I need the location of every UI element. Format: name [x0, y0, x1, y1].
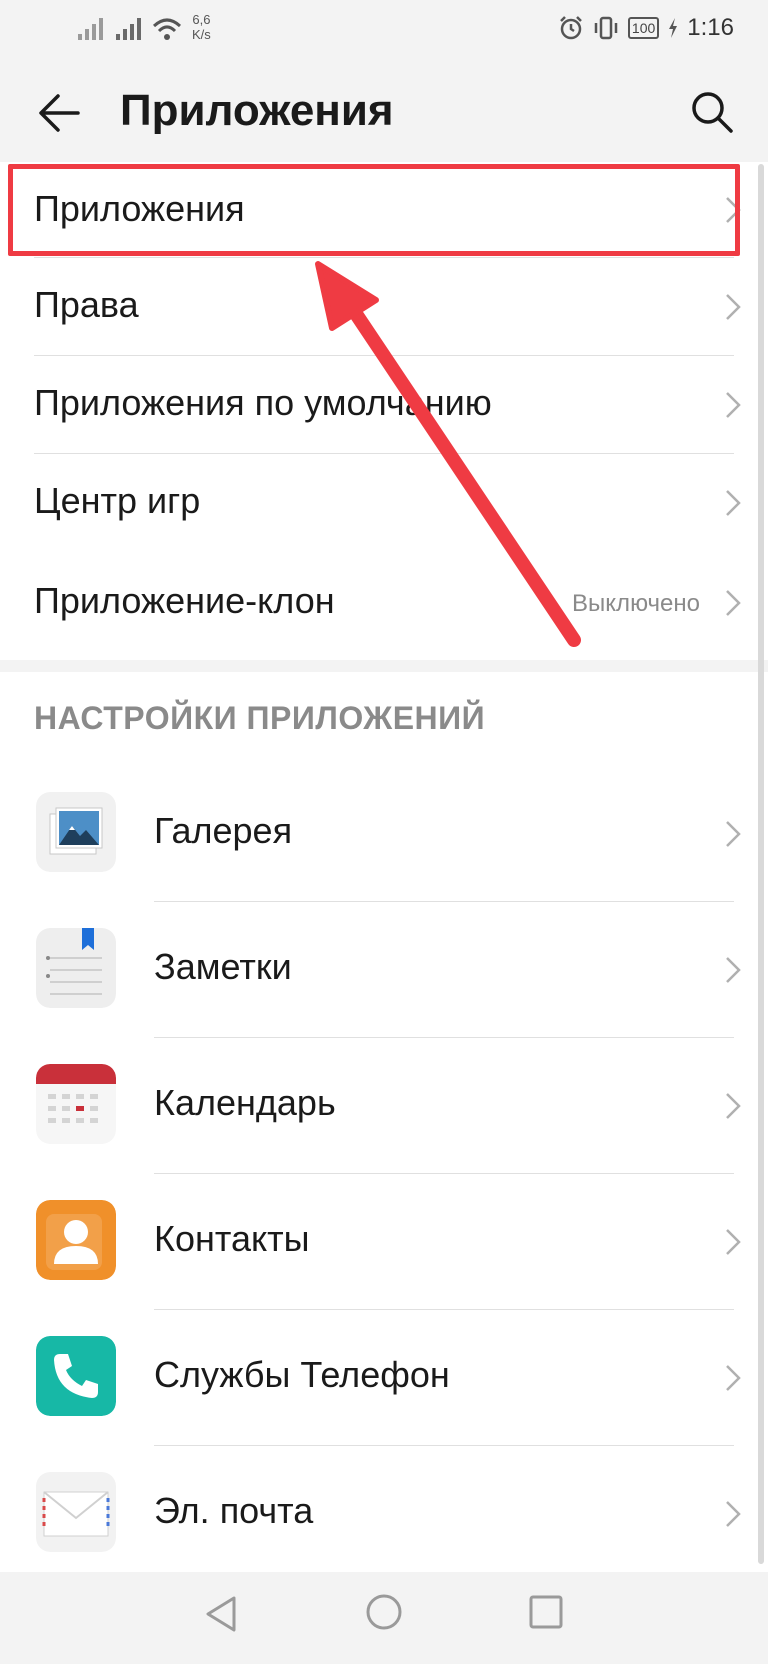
scrollbar[interactable]: [758, 164, 764, 1564]
speed-unit: K/s: [192, 27, 211, 42]
chevron-right-icon: [726, 1501, 741, 1527]
nav-recents-icon[interactable]: [528, 1594, 564, 1630]
app-row-contacts[interactable]: Контакты: [0, 1174, 768, 1310]
back-arrow-icon[interactable]: [36, 90, 82, 136]
navigation-bar: [0, 1572, 768, 1664]
screen: 6,6 K/s 100 1:16 Приложения Приложения П…: [0, 0, 768, 1664]
app-row-gallery[interactable]: Галерея: [0, 766, 768, 902]
alarm-icon: [560, 16, 582, 40]
section-header: НАСТРОЙКИ ПРИЛОЖЕНИЙ: [34, 700, 486, 736]
status-bar: 6,6 K/s 100 1:16: [0, 0, 768, 62]
network-speed: 6,6 K/s: [192, 12, 211, 42]
charging-icon: [669, 18, 678, 38]
battery-indicator: 100: [627, 17, 660, 39]
chevron-right-icon: [726, 590, 741, 616]
signal-icon: [78, 18, 103, 40]
nav-back-icon[interactable]: [202, 1594, 242, 1634]
app-row-calendar[interactable]: Календарь: [0, 1038, 768, 1174]
chevron-right-icon: [726, 1365, 741, 1391]
app-row-notes[interactable]: Заметки: [0, 902, 768, 1038]
calendar-icon: [36, 1064, 116, 1144]
menu-item-label: Приложение-клон: [34, 580, 335, 621]
speed-value: 6,6: [192, 12, 211, 27]
app-label: Календарь: [154, 1082, 336, 1123]
highlight-box: [8, 164, 740, 256]
status-right: 100 1:16: [558, 14, 734, 42]
app-label: Эл. почта: [154, 1490, 314, 1531]
app-row-phone-services[interactable]: Службы Телефон: [0, 1310, 768, 1446]
app-label: Контакты: [154, 1218, 310, 1259]
contacts-icon: [36, 1200, 116, 1280]
app-label: Галерея: [154, 810, 293, 851]
chevron-right-icon: [726, 490, 741, 516]
menu-item-label: Центр игр: [34, 480, 201, 521]
status-time: 1:16: [687, 14, 734, 41]
email-icon: [36, 1472, 116, 1552]
chevron-right-icon: [726, 1229, 741, 1255]
vibrate-icon: [594, 16, 618, 40]
gallery-icon: [36, 792, 116, 872]
menu-item-app-clone[interactable]: Приложение-клон Выключено: [0, 554, 768, 654]
menu-item-label: Приложения по умолчанию: [34, 382, 492, 423]
nav-home-icon[interactable]: [364, 1592, 404, 1632]
app-label: Службы Телефон: [154, 1354, 450, 1395]
wifi-icon: [152, 18, 182, 40]
app-row-email[interactable]: Эл. почта: [0, 1446, 768, 1582]
menu-item-default-apps[interactable]: Приложения по умолчанию: [0, 356, 768, 454]
page-title: Приложения: [120, 86, 394, 135]
search-icon[interactable]: [690, 90, 734, 134]
chevron-right-icon: [726, 957, 741, 983]
app-label: Заметки: [154, 946, 292, 987]
chevron-right-icon: [726, 294, 741, 320]
notes-icon: [36, 928, 116, 1008]
phone-icon: [36, 1336, 116, 1416]
chevron-right-icon: [726, 821, 741, 847]
app-bar: Приложения: [0, 62, 768, 162]
menu-item-permissions[interactable]: Права: [0, 258, 768, 356]
chevron-right-icon: [726, 392, 741, 418]
menu-item-game-center[interactable]: Центр игр: [0, 454, 768, 554]
signal-icon: [116, 18, 141, 40]
chevron-right-icon: [726, 1093, 741, 1119]
app-clone-status: Выключено: [572, 590, 700, 617]
app-settings-card: НАСТРОЙКИ ПРИЛОЖЕНИЙ Галерея Заметки Кал…: [0, 672, 768, 1572]
status-left: 6,6 K/s: [76, 12, 211, 42]
menu-item-label: Права: [34, 284, 139, 325]
